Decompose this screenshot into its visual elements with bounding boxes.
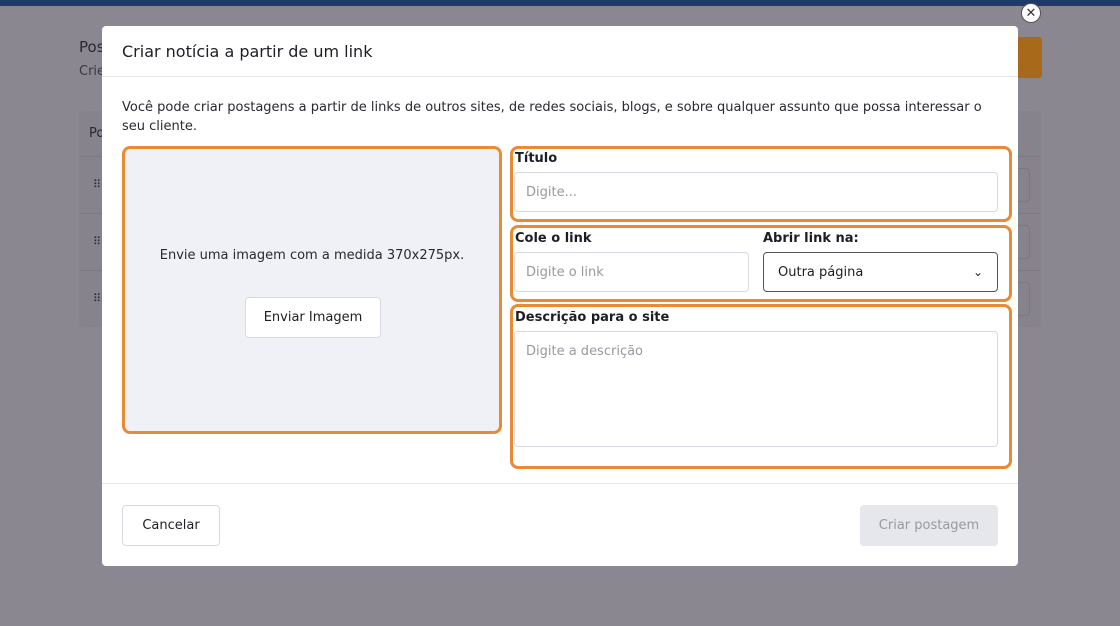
open-link-selected-value: Outra página <box>778 264 864 280</box>
modal-title: Criar notícia a partir de um link <box>122 42 373 61</box>
close-modal-button[interactable]: ✕ <box>1021 3 1041 23</box>
open-link-label: Abrir link na: <box>763 231 859 246</box>
open-link-select[interactable]: Outra página ⌄ <box>763 252 998 292</box>
chevron-down-icon: ⌄ <box>972 265 983 279</box>
title-label: Título <box>515 151 558 166</box>
top-bar <box>0 0 1120 6</box>
create-post-button[interactable]: Criar postagem <box>860 505 998 546</box>
drag-handle-icon: ⠿ <box>93 178 101 191</box>
close-icon: ✕ <box>1025 5 1037 21</box>
cancel-button[interactable]: Cancelar <box>122 505 220 546</box>
description-textarea[interactable]: Digite a descrição <box>514 331 998 447</box>
background-page-title: Pos <box>79 38 105 56</box>
upload-instructions: Envie uma imagem com a medida 370x275px. <box>159 248 465 263</box>
background-row-action <box>1018 168 1030 202</box>
drag-handle-icon: ⠿ <box>93 292 101 305</box>
image-upload-area[interactable]: Envie uma imagem com a medida 370x275px.… <box>122 146 502 434</box>
background-row-action <box>1018 282 1030 316</box>
description-label: Descrição para o site <box>515 310 670 325</box>
drag-handle-icon: ⠿ <box>93 235 101 248</box>
create-news-modal: Criar notícia a partir de um link Você p… <box>102 26 1018 566</box>
title-input[interactable]: Digite... <box>514 172 998 212</box>
modal-header: Criar notícia a partir de um link <box>102 26 1018 77</box>
background-row-action <box>1018 225 1030 259</box>
modal-intro-text: Você pode criar postagens a partir de li… <box>122 100 982 134</box>
link-label: Cole o link <box>515 231 592 246</box>
upload-image-button[interactable]: Enviar Imagem <box>245 297 381 338</box>
link-input[interactable]: Digite o link <box>514 252 749 292</box>
footer-divider <box>102 483 1018 484</box>
